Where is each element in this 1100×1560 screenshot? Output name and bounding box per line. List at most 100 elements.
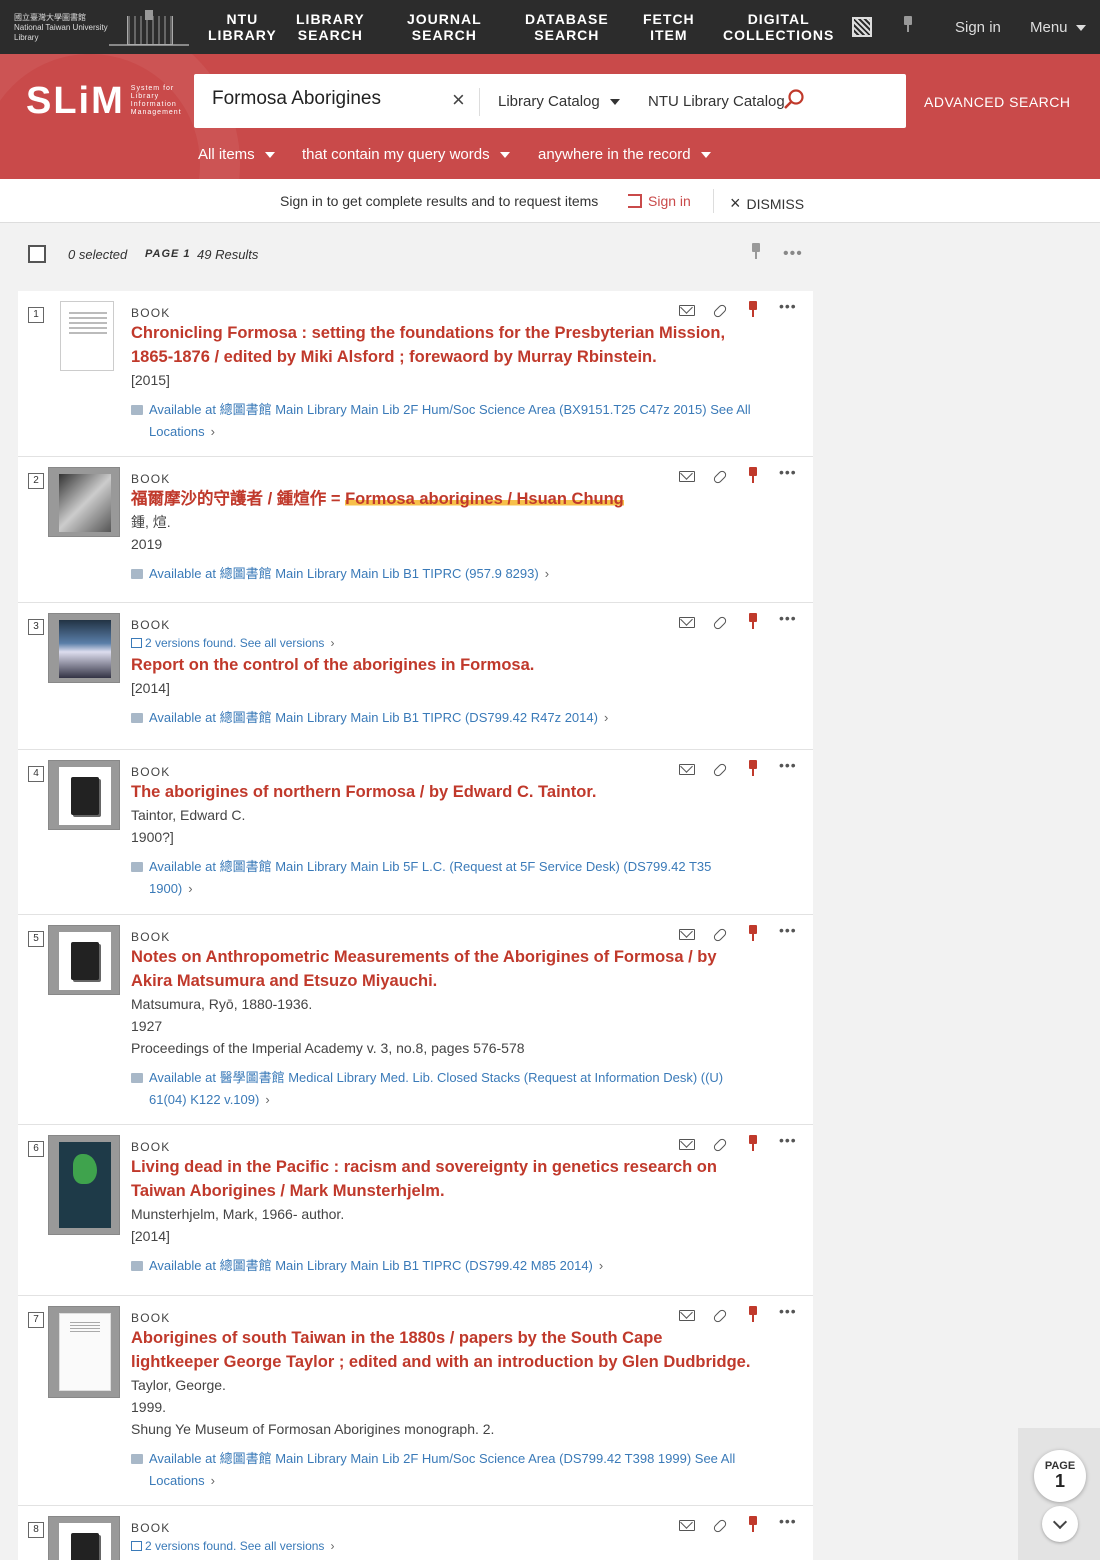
- divider: [479, 88, 480, 116]
- pin-icon[interactable]: [745, 1306, 761, 1322]
- result-title[interactable]: Report on the control of the aborigines …: [131, 653, 753, 677]
- result-title[interactable]: The aborigines of northern Formosa / by …: [131, 780, 753, 804]
- mail-icon[interactable]: [679, 929, 695, 940]
- cover-thumbnail[interactable]: [48, 467, 120, 537]
- link-icon[interactable]: [712, 1137, 728, 1153]
- more-icon[interactable]: •••: [779, 299, 796, 317]
- nav-digital-collections[interactable]: DIGITAL COLLECTIONS: [723, 11, 834, 43]
- cover-thumbnail[interactable]: [48, 1516, 120, 1560]
- sub-scope-select[interactable]: NTU Library Catalog: [648, 93, 785, 110]
- sign-in-link[interactable]: Sign in: [628, 193, 691, 209]
- mail-icon[interactable]: [679, 1310, 695, 1321]
- nav-journal-search[interactable]: JOURNAL SEARCH: [407, 11, 482, 43]
- chevron-down-icon[interactable]: [1042, 1506, 1078, 1542]
- slim-logo[interactable]: SLiM System for Library Information Mana…: [26, 76, 183, 126]
- select-all-checkbox[interactable]: [28, 245, 46, 263]
- result-date: 2019: [131, 536, 163, 552]
- more-icon[interactable]: •••: [783, 245, 803, 263]
- link-icon[interactable]: [712, 615, 728, 631]
- advanced-search-link[interactable]: ADVANCED SEARCH: [924, 94, 1071, 110]
- result-title[interactable]: 福爾摩沙的守護者 / 鍾煊作 = Formosa aborigines / Hs…: [131, 487, 753, 511]
- sign-in-banner: Sign in to get complete results and to r…: [0, 179, 1100, 223]
- mail-icon[interactable]: [679, 617, 695, 628]
- versions-link[interactable]: 2 versions found. See all versions ›: [131, 1536, 753, 1556]
- nav-menu[interactable]: Menu: [1030, 19, 1086, 36]
- pin-icon[interactable]: [745, 1516, 761, 1532]
- chevron-right-icon: ›: [265, 1092, 270, 1107]
- cover-thumbnail[interactable]: [48, 1306, 120, 1398]
- availability-link[interactable]: Available at 總圖書館 Main Library Main Lib …: [131, 1255, 753, 1277]
- filter-item-type[interactable]: All items: [198, 146, 275, 163]
- scope-select[interactable]: Library Catalog: [498, 93, 620, 110]
- mail-icon[interactable]: [679, 1520, 695, 1531]
- ntu-library-logo[interactable]: 國立臺灣大學圖書館 National Taiwan University Lib…: [14, 8, 189, 48]
- pin-icon[interactable]: [745, 1135, 761, 1151]
- nav-database-search[interactable]: DATABASE SEARCH: [525, 11, 609, 43]
- close-icon[interactable]: ×: [452, 89, 472, 111]
- pin-icon[interactable]: [745, 467, 761, 483]
- result-actions: •••: [679, 1133, 796, 1153]
- nav-library-search[interactable]: LIBRARY SEARCH: [296, 11, 365, 43]
- search-icon[interactable]: [782, 88, 806, 112]
- result-item: 1 ••• BOOK Chronicling Formosa : setting…: [18, 291, 813, 457]
- book-icon: [131, 1454, 143, 1464]
- availability-link[interactable]: Available at 總圖書館 Main Library Main Lib …: [131, 856, 753, 900]
- caret-down-icon: [700, 152, 711, 159]
- nav-sign-in[interactable]: Sign in: [955, 19, 1001, 36]
- result-title[interactable]: Notes on Anthropometric Measurements of …: [131, 945, 753, 993]
- qr-code-icon[interactable]: [852, 17, 872, 37]
- pin-icon[interactable]: [900, 16, 916, 32]
- more-icon[interactable]: •••: [779, 611, 796, 629]
- availability-link[interactable]: Available at 總圖書館 Main Library Main Lib …: [131, 1448, 753, 1492]
- cover-thumbnail[interactable]: [48, 613, 120, 683]
- availability-link[interactable]: Available at 醫學圖書館 Medical Library Med. …: [131, 1067, 753, 1111]
- search-input[interactable]: [212, 88, 452, 110]
- mail-icon[interactable]: [679, 471, 695, 482]
- cover-image: [59, 1142, 111, 1228]
- pin-icon[interactable]: [745, 613, 761, 629]
- link-icon[interactable]: [712, 927, 728, 943]
- pin-icon[interactable]: [745, 760, 761, 776]
- current-page: PAGE 1: [1034, 1450, 1086, 1502]
- nav-fetch-item[interactable]: FETCH ITEM: [643, 11, 695, 43]
- versions-link[interactable]: 2 versions found. See all versions ›: [131, 633, 753, 653]
- more-icon[interactable]: •••: [779, 923, 796, 941]
- pin-icon[interactable]: [745, 925, 761, 941]
- result-title[interactable]: Aborigines of south Taiwan in the 1880s …: [131, 1326, 753, 1374]
- more-icon[interactable]: •••: [779, 1514, 796, 1532]
- cover-image: [59, 1313, 111, 1391]
- more-icon[interactable]: •••: [779, 1304, 796, 1322]
- result-title[interactable]: Chronicling Formosa : setting the founda…: [131, 321, 753, 369]
- mail-icon[interactable]: [679, 764, 695, 775]
- cover-thumbnail[interactable]: [48, 925, 120, 995]
- versions-icon: [131, 638, 142, 648]
- more-icon[interactable]: •••: [779, 1133, 796, 1151]
- link-icon[interactable]: [712, 469, 728, 485]
- link-icon[interactable]: [712, 1518, 728, 1534]
- mail-icon[interactable]: [679, 305, 695, 316]
- availability-link[interactable]: Available at 總圖書館 Main Library Main Lib …: [131, 707, 753, 729]
- result-author: Taylor, George.: [131, 1377, 226, 1393]
- dismiss-button[interactable]: × DISMISS: [730, 193, 804, 214]
- results-list: 1 ••• BOOK Chronicling Formosa : setting…: [18, 291, 813, 1560]
- result-date: [2015]: [131, 372, 170, 388]
- more-icon[interactable]: •••: [779, 465, 796, 483]
- pin-icon[interactable]: [748, 243, 764, 259]
- cover-thumbnail[interactable]: [48, 760, 120, 830]
- nav-ntu-library[interactable]: NTU LIBRARY: [208, 11, 277, 43]
- link-icon[interactable]: [712, 1308, 728, 1324]
- availability-link[interactable]: Available at 總圖書館 Main Library Main Lib …: [131, 399, 753, 443]
- filter-field[interactable]: anywhere in the record: [538, 146, 711, 163]
- result-actions: •••: [679, 1514, 796, 1534]
- filter-match-type[interactable]: that contain my query words: [302, 146, 510, 163]
- more-icon[interactable]: •••: [779, 758, 796, 776]
- result-title[interactable]: Living dead in the Pacific : racism and …: [131, 1155, 753, 1203]
- cover-thumbnail[interactable]: [60, 301, 114, 371]
- availability-link[interactable]: Available at 總圖書館 Main Library Main Lib …: [131, 563, 753, 585]
- link-icon[interactable]: [712, 762, 728, 778]
- book-placeholder-icon: [59, 1523, 111, 1560]
- pin-icon[interactable]: [745, 301, 761, 317]
- mail-icon[interactable]: [679, 1139, 695, 1150]
- link-icon[interactable]: [712, 303, 728, 319]
- cover-thumbnail[interactable]: [48, 1135, 120, 1235]
